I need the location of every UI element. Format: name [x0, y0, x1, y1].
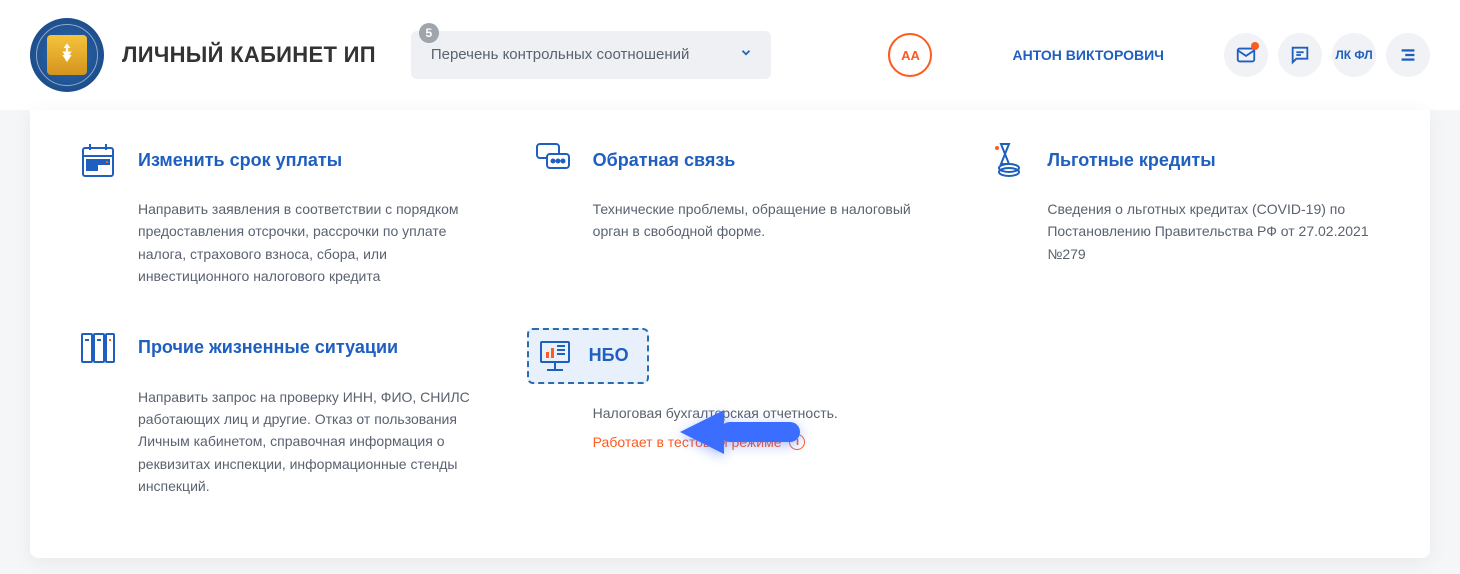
presentation-chart-icon — [535, 336, 575, 376]
tile-nbo-link[interactable]: НБО — [527, 328, 928, 384]
tile-title: Обратная связь — [593, 150, 736, 171]
eagle-icon — [53, 41, 81, 69]
mail-icon — [1235, 44, 1257, 66]
tile-feedback-link[interactable]: Обратная связь — [533, 140, 928, 180]
tile-desc: Сведения о льготных кредитах (COVID-19) … — [1047, 198, 1382, 265]
dropdown-control-ratios[interactable]: 5 Перечень контрольных соотношений — [411, 31, 771, 79]
calendar-icon — [78, 140, 118, 180]
accessibility-toggle[interactable]: АА — [888, 33, 932, 77]
chat-icon — [1289, 44, 1311, 66]
tile-nbo: НБО Налоговая бухгалтерская отчетность. … — [533, 328, 928, 498]
folders-icon — [78, 328, 118, 368]
lk-fl-button[interactable]: ЛК ФЛ — [1332, 33, 1376, 77]
mail-button[interactable] — [1224, 33, 1268, 77]
tile-pay-term: Изменить срок уплаты Направить заявления… — [78, 140, 473, 288]
tile-title: НБО — [589, 345, 629, 366]
warn-text: Работает в тестовом режиме — [593, 434, 782, 450]
tile-desc: Направить заявления в соответствии с пор… — [138, 198, 473, 288]
feedback-icon — [533, 140, 573, 180]
logo-block: ЛИЧНЫЙ КАБИНЕТ ИП — [30, 18, 376, 92]
fns-emblem — [30, 18, 104, 92]
username: АНТОН ВИКТОРОВИЧ — [1012, 47, 1164, 63]
tile-other-link[interactable]: Прочие жизненные ситуации — [78, 328, 473, 368]
menu-button[interactable] — [1386, 33, 1430, 77]
menu-icon — [1397, 44, 1419, 66]
tile-feedback: Обратная связь Технические проблемы, обр… — [533, 140, 928, 288]
tile-title: Изменить срок уплаты — [138, 150, 342, 171]
tile-other: Прочие жизненные ситуации Направить запр… — [78, 328, 473, 498]
tile-loans-link[interactable]: Льготные кредиты — [987, 140, 1382, 180]
app-title: ЛИЧНЫЙ КАБИНЕТ ИП — [122, 42, 376, 68]
hourglass-money-icon — [987, 140, 1027, 180]
dropdown-badge: 5 — [419, 23, 439, 43]
chat-button[interactable] — [1278, 33, 1322, 77]
lk-fl-label: ЛК ФЛ — [1335, 48, 1372, 62]
tile-title: Прочие жизненные ситуации — [138, 337, 398, 358]
tile-desc: Технические проблемы, обращение в налого… — [593, 198, 928, 243]
test-mode-warning: Работает в тестовом режиме i — [593, 434, 928, 450]
tile-desc: Направить запрос на проверку ИНН, ФИО, С… — [138, 386, 473, 498]
aa-label: АА — [901, 48, 920, 63]
chevron-down-icon — [739, 46, 753, 65]
tile-desc: Налоговая бухгалтерская отчетность. — [593, 402, 928, 424]
tile-title: Льготные кредиты — [1047, 150, 1215, 171]
tile-pay-term-link[interactable]: Изменить срок уплаты — [78, 140, 473, 180]
tile-loans: Льготные кредиты Сведения о льготных кре… — [987, 140, 1382, 288]
dropdown-label: Перечень контрольных соотношений — [431, 45, 690, 65]
info-icon: i — [789, 434, 805, 450]
